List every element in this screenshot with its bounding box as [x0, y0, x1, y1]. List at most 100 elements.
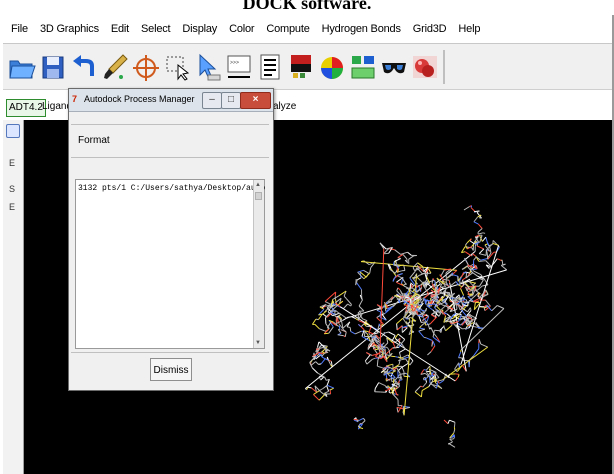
bond-stick [314, 324, 320, 330]
bond-stick [465, 242, 468, 246]
bond-stick [310, 361, 316, 366]
bond-stick [364, 354, 371, 362]
menu-compute[interactable]: Compute [260, 23, 315, 35]
bond-stick [349, 327, 352, 332]
bond-stick [324, 332, 329, 335]
bond-stick [319, 328, 327, 332]
menu-help[interactable]: Help [452, 23, 486, 35]
bond-stick [430, 345, 436, 352]
dialog-titlebar[interactable]: 7 Autodock Process Manager – □ × [69, 89, 273, 112]
bond-stick [479, 279, 484, 287]
bond-stick [311, 318, 317, 325]
bond-stick [396, 365, 402, 368]
save-button[interactable] [38, 50, 68, 84]
bond-stick [409, 318, 411, 322]
ray-render-icon [413, 55, 437, 78]
bond-stick [477, 228, 483, 233]
bond-stick [406, 287, 413, 289]
bond-stick [478, 248, 485, 255]
undo-arrow-icon [73, 54, 94, 76]
bond-stick [443, 325, 447, 331]
bond-stick [374, 349, 378, 355]
menu-grid3d[interactable]: Grid3D [407, 23, 453, 35]
bond-stick [485, 237, 489, 244]
menu-display[interactable]: Display [176, 23, 223, 35]
dialog-footer: Dismiss [71, 352, 269, 387]
bond-stick [423, 377, 426, 379]
bond-stick [489, 247, 492, 254]
bond-stick [464, 251, 472, 257]
molecule-build-icon [351, 55, 375, 78]
bond-stick [427, 351, 432, 356]
bond-stick [416, 276, 420, 280]
bond-stick [412, 267, 415, 271]
command-icon: >>> [227, 55, 251, 78]
process-list[interactable]: 3132 pts/1 C:/Users/sathya/Desktop/auto … [75, 179, 265, 349]
scroll-down-icon[interactable]: ▼ [255, 340, 261, 346]
bond-stick [358, 299, 363, 307]
bond-stick [497, 258, 502, 262]
menu-color[interactable]: Color [223, 23, 260, 35]
text-lines-button[interactable] [255, 50, 285, 84]
bond-stick [396, 325, 403, 331]
brush-icon [104, 53, 128, 79]
color-button[interactable] [317, 50, 347, 84]
process-entry[interactable]: 3132 pts/1 C:/Users/sathya/Desktop/auto [78, 184, 265, 193]
bond-stick [315, 361, 319, 365]
render-button[interactable] [410, 50, 440, 84]
bond-stick [422, 382, 427, 388]
brush-button[interactable] [100, 50, 130, 84]
build-button[interactable] [348, 50, 378, 84]
process-manager-dialog: 7 Autodock Process Manager – □ × Format … [68, 88, 274, 391]
bond-stick [472, 253, 476, 257]
bond-stick [454, 376, 459, 382]
select-atoms-button[interactable] [162, 50, 192, 84]
menu-3d-graphics[interactable]: 3D Graphics [34, 23, 105, 35]
close-button[interactable]: × [240, 92, 271, 109]
bond-stick [397, 287, 401, 291]
list-scrollbar[interactable]: ▲ ▼ [253, 180, 264, 348]
menu-hydrogen-bonds[interactable]: Hydrogen Bonds [316, 23, 407, 35]
bond-stick [422, 266, 424, 272]
bond-stick [386, 347, 390, 351]
ribbon-button[interactable] [286, 50, 316, 84]
bond-stick [393, 261, 395, 266]
bond-stick [457, 374, 460, 378]
bond-stick [328, 326, 334, 334]
undo-button[interactable] [69, 50, 99, 84]
bond-stick [453, 274, 459, 277]
bond-stick [346, 326, 351, 328]
bond-stick [357, 277, 362, 281]
tab-analyze[interactable]: alyze [271, 99, 298, 115]
bond-stick [477, 223, 483, 229]
bond-stick [462, 327, 470, 330]
pointer-icon [199, 53, 221, 80]
maximize-button[interactable]: □ [221, 92, 241, 109]
bond-stick [461, 265, 469, 270]
center-molecule-button[interactable] [131, 50, 161, 84]
scroll-up-icon[interactable]: ▲ [255, 182, 261, 188]
bond-stick [453, 434, 456, 438]
bond-stick [491, 305, 498, 312]
pointer-button[interactable] [193, 50, 223, 84]
dismiss-button[interactable]: Dismiss [150, 358, 192, 381]
scroll-thumb[interactable] [255, 192, 262, 200]
bond-stick [402, 254, 408, 260]
panel-letter: E [9, 158, 16, 168]
bond-stick [397, 380, 400, 384]
dashboard-icon[interactable] [6, 124, 20, 138]
bond-stick [324, 291, 337, 302]
bond-stick [424, 297, 427, 305]
open-folder-button[interactable] [7, 50, 37, 84]
bond-stick [453, 429, 456, 434]
menu-file[interactable]: File [3, 23, 34, 35]
bond-stick [343, 295, 347, 299]
bond-stick [455, 373, 460, 375]
stereo-button[interactable] [379, 50, 409, 84]
command-button[interactable]: >>> [224, 50, 254, 84]
bond-stick [476, 245, 484, 250]
minimize-button[interactable]: – [202, 92, 222, 109]
menu-edit[interactable]: Edit [105, 23, 135, 35]
menu-select[interactable]: Select [135, 23, 176, 35]
bond-stick [396, 407, 399, 413]
